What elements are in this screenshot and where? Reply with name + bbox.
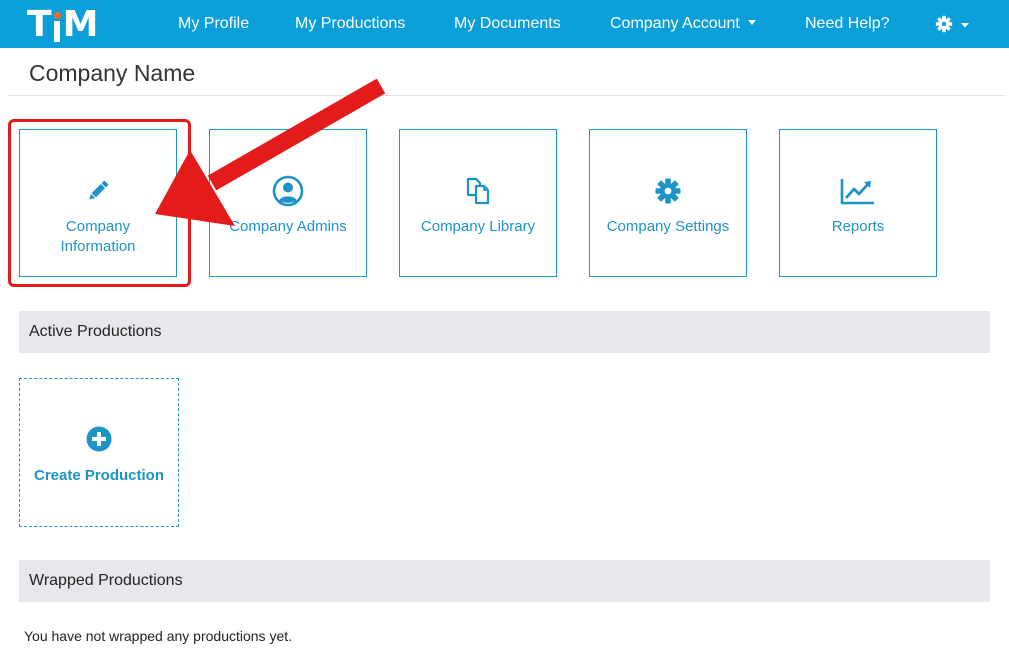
section-title: Wrapped Productions xyxy=(29,572,183,589)
tile-label: Company Settings xyxy=(606,218,730,235)
top-navbar: T M My Profile My Productions My Documen… xyxy=(0,0,1009,48)
logo-letter-i xyxy=(51,6,63,44)
tile-company-admins[interactable]: Company Admins xyxy=(209,129,367,277)
tile-icon-wrap xyxy=(780,174,936,208)
tile-company-information[interactable]: Company Information xyxy=(19,129,177,277)
pencil-icon xyxy=(89,180,109,200)
title-divider xyxy=(8,95,1005,96)
tile-label-line2: Information xyxy=(60,238,136,255)
active-productions-header: Active Productions xyxy=(19,311,990,353)
tile-company-settings[interactable]: Company Settings xyxy=(589,129,747,277)
line-chart-icon xyxy=(840,179,874,205)
tim-logo[interactable]: T M xyxy=(27,4,99,45)
create-production-button[interactable]: Create Production xyxy=(19,378,179,527)
tile-label: Company Admins xyxy=(229,218,347,235)
nav-my-documents[interactable]: My Documents xyxy=(454,0,561,48)
tile-label: Reports xyxy=(831,218,885,235)
tile-label-line1: Company xyxy=(65,218,131,235)
nav-my-profile[interactable]: My Profile xyxy=(178,0,249,48)
wrapped-empty-message: You have not wrapped any productions yet… xyxy=(24,628,293,644)
tile-icon-wrap xyxy=(400,174,556,208)
tile-label: Company Library xyxy=(420,218,536,235)
nav-company-account[interactable]: Company Account xyxy=(610,0,756,48)
logo-letter-t: T xyxy=(27,4,52,45)
nav-need-help[interactable]: Need Help? xyxy=(805,0,890,48)
copy-files-icon xyxy=(466,177,490,205)
tile-label: Company Information xyxy=(26,217,170,257)
tile-icon-wrap xyxy=(590,174,746,208)
wrapped-productions-header: Wrapped Productions xyxy=(19,560,990,602)
tile-reports[interactable]: Reports xyxy=(779,129,937,277)
chevron-down-icon xyxy=(747,20,756,26)
plus-circle-icon xyxy=(86,426,112,452)
tile-icon-wrap xyxy=(20,174,176,208)
gear-icon xyxy=(655,178,681,204)
tile-company-library[interactable]: Company Library xyxy=(399,129,557,277)
create-icon-wrap xyxy=(20,426,178,452)
user-circle-icon xyxy=(272,175,304,207)
settings-menu-button[interactable] xyxy=(934,14,974,34)
tile-icon-wrap xyxy=(210,174,366,208)
nav-company-account-label: Company Account xyxy=(610,15,740,32)
section-title: Active Productions xyxy=(29,323,162,340)
nav-my-productions[interactable]: My Productions xyxy=(295,0,405,48)
logo-i-stem xyxy=(53,21,60,42)
create-production-label: Create Production xyxy=(33,467,165,484)
page-title: Company Name xyxy=(29,60,196,86)
logo-letter-m: M xyxy=(62,4,99,45)
gear-icon xyxy=(935,15,969,33)
